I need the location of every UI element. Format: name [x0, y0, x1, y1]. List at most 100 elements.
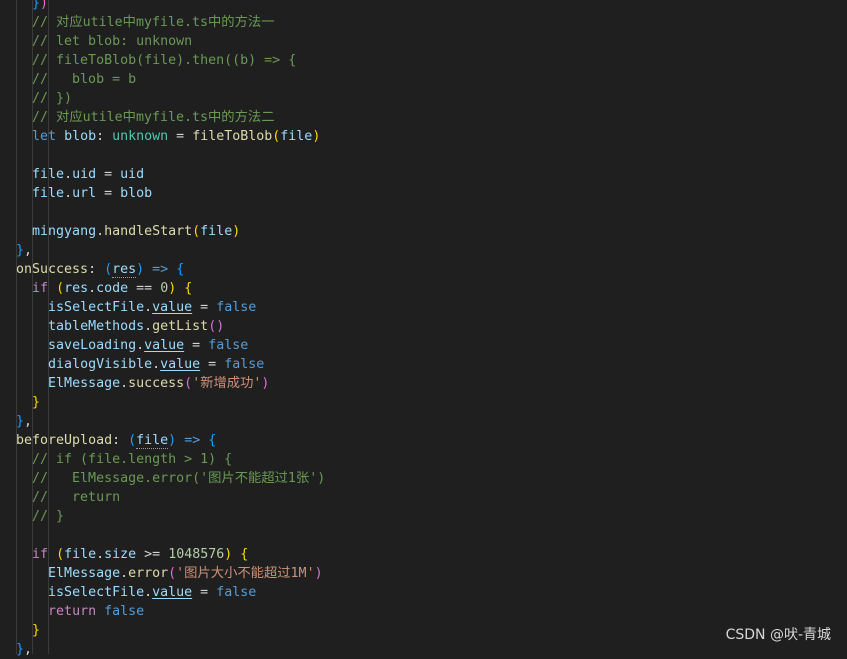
- code-token: ): [136, 262, 145, 277]
- code-token: false: [208, 338, 249, 353]
- code-line[interactable]: return false: [0, 602, 325, 621]
- code-token: }: [16, 414, 25, 429]
- code-token: file: [32, 167, 65, 182]
- code-token: .: [144, 300, 153, 315]
- code-line[interactable]: },: [0, 412, 325, 431]
- code-token: ): [168, 433, 177, 448]
- code-token: .: [144, 585, 153, 600]
- code-line[interactable]: mingyang.handleStart(file): [0, 222, 325, 241]
- code-line[interactable]: [0, 203, 325, 222]
- code-token: // fileToBlob(file).then((b) => {: [0, 53, 297, 68]
- code-line[interactable]: isSelectFile.value = false: [0, 583, 325, 602]
- code-line[interactable]: // if (file.length > 1) {: [0, 450, 325, 469]
- code-token: ,: [24, 642, 33, 657]
- code-token: (): [208, 319, 225, 334]
- code-token: '新增成功': [192, 376, 262, 391]
- code-token: handleStart: [104, 224, 193, 239]
- code-line[interactable]: }: [0, 621, 325, 640]
- code-token: .: [88, 281, 97, 296]
- code-token: =: [184, 338, 209, 353]
- code-token: '图片大小不能超过1M': [176, 566, 315, 581]
- code-token: false: [216, 585, 257, 600]
- code-token: ): [232, 224, 241, 239]
- code-token: >=: [136, 547, 169, 562]
- code-line[interactable]: }: [0, 393, 325, 412]
- code-token: }: [32, 395, 41, 410]
- code-token: value: [144, 338, 185, 353]
- code-token: =: [168, 129, 193, 144]
- code-line[interactable]: }): [0, 0, 325, 13]
- code-line[interactable]: // }: [0, 507, 325, 526]
- code-token: success: [128, 376, 185, 391]
- code-line[interactable]: [0, 526, 325, 545]
- code-token: (: [192, 224, 201, 239]
- code-line[interactable]: // }): [0, 89, 325, 108]
- code-token: .: [152, 357, 161, 372]
- code-token: // }: [0, 509, 65, 524]
- code-token: if: [32, 547, 49, 562]
- code-token: // 对应utile中myfile.ts中的方法二: [0, 110, 275, 125]
- code-line[interactable]: file.uid = uid: [0, 165, 325, 184]
- code-line[interactable]: file.url = blob: [0, 184, 325, 203]
- code-line[interactable]: // 对应utile中myfile.ts中的方法二: [0, 108, 325, 127]
- code-token: (: [184, 376, 193, 391]
- code-token: }: [16, 243, 25, 258]
- code-token: =: [96, 186, 121, 201]
- code-line[interactable]: beforeUpload: (file) => {: [0, 431, 325, 450]
- code-token: ElMessage: [48, 566, 121, 581]
- code-token: file: [64, 547, 97, 562]
- code-line[interactable]: let blob: unknown = fileToBlob(file): [0, 127, 325, 146]
- code-token: unknown: [112, 129, 169, 144]
- code-line[interactable]: if (res.code == 0) {: [0, 279, 325, 298]
- code-line[interactable]: ElMessage.error('图片大小不能超过1M'): [0, 564, 325, 583]
- code-token: // if (file.length > 1) {: [0, 452, 233, 467]
- code-lines[interactable]: }) // 对应utile中myfile.ts中的方法一 // let blob…: [0, 0, 325, 659]
- code-line[interactable]: isSelectFile.value = false: [0, 298, 325, 317]
- code-line[interactable]: // fileToBlob(file).then((b) => {: [0, 51, 325, 70]
- code-line[interactable]: [0, 146, 325, 165]
- code-line[interactable]: },: [0, 640, 325, 659]
- code-line[interactable]: // let blob: unknown: [0, 32, 325, 51]
- code-line[interactable]: dialogVisible.value = false: [0, 355, 325, 374]
- code-token: fileToBlob: [192, 129, 273, 144]
- code-line[interactable]: // 对应utile中myfile.ts中的方法一: [0, 13, 325, 32]
- code-token: isSelectFile: [48, 300, 145, 315]
- code-token: {: [176, 262, 185, 277]
- code-token: =: [96, 167, 121, 182]
- code-token: uid: [72, 167, 97, 182]
- code-line[interactable]: saveLoading.value = false: [0, 336, 325, 355]
- code-token: saveLoading: [48, 338, 137, 353]
- code-line[interactable]: ElMessage.success('新增成功'): [0, 374, 325, 393]
- code-editor[interactable]: }) // 对应utile中myfile.ts中的方法一 // let blob…: [0, 0, 847, 657]
- code-token: return: [48, 604, 97, 619]
- code-line[interactable]: tableMethods.getList(): [0, 317, 325, 336]
- code-token: .: [120, 566, 129, 581]
- code-token: =>: [152, 262, 169, 277]
- code-token: blob: [120, 186, 153, 201]
- code-line[interactable]: // ElMessage.error('图片不能超过1张'): [0, 469, 325, 488]
- code-token: onSuccess: [16, 262, 89, 277]
- code-line[interactable]: if (file.size >= 1048576) {: [0, 545, 325, 564]
- code-line[interactable]: },: [0, 241, 325, 260]
- code-line[interactable]: // blob = b: [0, 70, 325, 89]
- code-token: 1048576: [168, 547, 225, 562]
- code-token: =>: [184, 433, 201, 448]
- code-token: 0: [160, 281, 169, 296]
- code-line[interactable]: onSuccess: (res) => {: [0, 260, 325, 279]
- code-token: .: [96, 224, 105, 239]
- code-line[interactable]: // return: [0, 488, 325, 507]
